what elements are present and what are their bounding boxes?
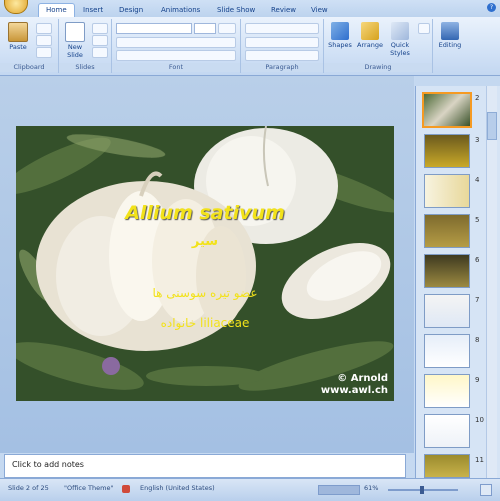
thumbnail-number: 6 bbox=[475, 256, 480, 264]
slide-subtitle-family[interactable]: عضو تیره سوسنی ها bbox=[16, 286, 394, 300]
bullets-buttons[interactable] bbox=[245, 23, 319, 34]
paste-label: Paste bbox=[9, 43, 27, 51]
credit-line-1: © Arnold bbox=[337, 373, 388, 384]
office-button[interactable] bbox=[4, 0, 28, 14]
ribbon-tab-bar: Home Insert Design Animations Slide Show… bbox=[0, 0, 500, 17]
slide-subtitle-liliaceae[interactable]: خانواده liliaceae bbox=[16, 316, 394, 330]
thumbnail-slide[interactable] bbox=[424, 134, 470, 168]
thumbnail-slide[interactable] bbox=[424, 454, 470, 478]
thumbnail-scrollbar[interactable] bbox=[486, 86, 497, 478]
copy-button[interactable] bbox=[36, 35, 52, 46]
arrange-icon bbox=[361, 22, 379, 40]
language-indicator[interactable]: English (United States) bbox=[140, 484, 215, 492]
new-slide-label: New Slide bbox=[67, 43, 83, 59]
help-icon[interactable]: ? bbox=[487, 3, 496, 12]
status-bar: Slide 2 of 25 "Office Theme" English (Un… bbox=[0, 478, 500, 501]
binoculars-icon bbox=[441, 22, 459, 40]
ribbon: Paste Clipboard New Slide Slides Font Pa… bbox=[0, 17, 500, 76]
thumbnail-slide[interactable] bbox=[422, 92, 472, 128]
font-group: Font bbox=[112, 19, 241, 73]
thumbnail-number: 4 bbox=[475, 176, 480, 184]
tab-review[interactable]: Review bbox=[264, 4, 303, 17]
thumbnail-number: 9 bbox=[475, 376, 480, 384]
garlic-photo bbox=[16, 126, 394, 401]
tab-view[interactable]: View bbox=[304, 4, 335, 17]
shape-fill-button[interactable] bbox=[418, 23, 430, 34]
text-direction-buttons[interactable] bbox=[245, 50, 319, 61]
align-buttons[interactable] bbox=[245, 37, 319, 48]
theme-name: "Office Theme" bbox=[64, 484, 114, 492]
font-name-combo[interactable] bbox=[116, 23, 192, 34]
spell-check-icon[interactable] bbox=[122, 485, 130, 493]
quick-styles-icon bbox=[391, 22, 409, 40]
slides-group: New Slide Slides bbox=[59, 19, 112, 73]
cut-button[interactable] bbox=[36, 23, 52, 34]
fit-to-window-icon[interactable] bbox=[480, 484, 492, 496]
photo-credit: © Arnold www.awl.ch bbox=[321, 373, 388, 397]
thumbnail-slide[interactable] bbox=[424, 174, 470, 208]
font-size-combo[interactable] bbox=[194, 23, 216, 34]
thumbnail-number: 11 bbox=[475, 456, 484, 464]
tab-design[interactable]: Design bbox=[112, 4, 150, 17]
thumbnail-scroll-thumb[interactable] bbox=[487, 112, 497, 140]
delete-slide-button[interactable] bbox=[92, 47, 108, 58]
paragraph-group: Paragraph bbox=[241, 19, 324, 73]
thumbnail-number: 2 bbox=[475, 94, 480, 102]
notes-pane[interactable]: Click to add notes bbox=[4, 454, 406, 478]
paste-button[interactable]: Paste bbox=[4, 21, 32, 55]
tab-insert[interactable]: Insert bbox=[76, 4, 110, 17]
thumbnail-number: 3 bbox=[475, 136, 480, 144]
notes-placeholder: Click to add notes bbox=[12, 460, 84, 469]
shapes-button[interactable]: Shapes bbox=[326, 21, 354, 55]
slides-group-label: Slides bbox=[59, 63, 111, 72]
reset-button[interactable] bbox=[92, 35, 108, 46]
thumbnail-slide[interactable] bbox=[424, 254, 470, 288]
tab-slide-show[interactable]: Slide Show bbox=[210, 4, 262, 17]
arrange-label: Arrange bbox=[357, 41, 383, 49]
paste-icon bbox=[8, 22, 28, 42]
new-slide-button[interactable]: New Slide bbox=[61, 21, 89, 59]
zoom-slider-thumb[interactable] bbox=[420, 486, 424, 494]
clipboard-group: Paste Clipboard bbox=[0, 19, 59, 73]
thumbnail-number: 8 bbox=[475, 336, 480, 344]
font-color-buttons[interactable] bbox=[116, 50, 236, 61]
quick-styles-button[interactable]: Quick Styles bbox=[386, 21, 414, 57]
quick-styles-label: Quick Styles bbox=[390, 41, 410, 57]
new-slide-icon bbox=[65, 22, 85, 42]
slide-subtitle-persian-name[interactable]: سیر bbox=[16, 234, 394, 249]
grow-font-button[interactable] bbox=[218, 23, 236, 34]
tab-animations[interactable]: Animations bbox=[154, 4, 207, 17]
drawing-group: Shapes Arrange Quick Styles Drawing bbox=[324, 19, 433, 73]
layout-button[interactable] bbox=[92, 23, 108, 34]
slide-title[interactable]: Allium sativum bbox=[16, 202, 394, 224]
editing-group: Editing bbox=[433, 19, 463, 73]
thumbnail-number: 10 bbox=[475, 416, 484, 424]
arrange-button[interactable]: Arrange bbox=[356, 21, 384, 55]
slide-canvas[interactable]: Allium sativum سیر عضو تیره سوسنی ها خان… bbox=[16, 126, 394, 401]
thumbnail-number: 5 bbox=[475, 216, 480, 224]
thumbnail-slide[interactable] bbox=[424, 294, 470, 328]
thumbnail-slide[interactable] bbox=[424, 414, 470, 448]
thumbnail-number: 7 bbox=[475, 296, 480, 304]
clipboard-group-label: Clipboard bbox=[0, 63, 58, 72]
thumbnail-slide[interactable] bbox=[424, 374, 470, 408]
paragraph-group-label: Paragraph bbox=[241, 63, 323, 72]
credit-line-2: www.awl.ch bbox=[320, 385, 388, 396]
editing-button[interactable]: Editing bbox=[437, 21, 463, 55]
pane-tab-strip[interactable] bbox=[415, 76, 500, 86]
tab-home[interactable]: Home bbox=[38, 3, 75, 17]
thumbnail-slide[interactable] bbox=[424, 214, 470, 248]
editing-label: Editing bbox=[438, 41, 462, 49]
shapes-label: Shapes bbox=[328, 41, 352, 49]
font-group-label: Font bbox=[112, 63, 240, 72]
view-buttons[interactable] bbox=[318, 485, 360, 495]
zoom-level[interactable]: 61% bbox=[364, 484, 378, 492]
shapes-icon bbox=[331, 22, 349, 40]
font-format-buttons[interactable] bbox=[116, 37, 236, 48]
format-painter-button[interactable] bbox=[36, 47, 52, 58]
thumbnail-slide[interactable] bbox=[424, 334, 470, 368]
drawing-group-label: Drawing bbox=[324, 63, 432, 72]
slide-counter: Slide 2 of 25 bbox=[8, 484, 49, 492]
